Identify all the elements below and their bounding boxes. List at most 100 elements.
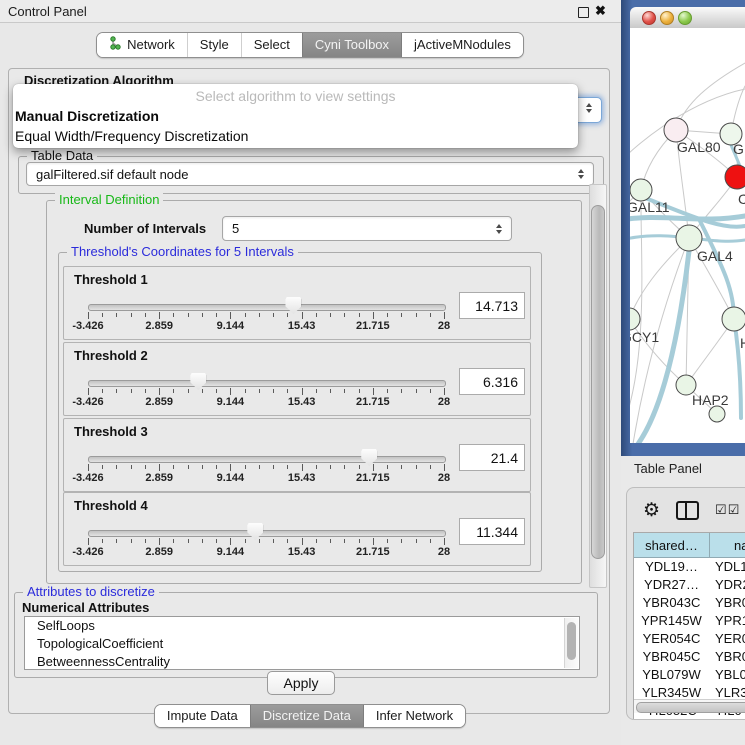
column-header-name[interactable]: name	[710, 533, 745, 557]
list-item[interactable]: SelfLoops	[25, 617, 579, 635]
node-gcy1[interactable]	[630, 308, 640, 330]
node-node-red[interactable]	[725, 165, 745, 189]
table-row[interactable]: YPR145WYPR1	[634, 612, 745, 630]
spinner-icon[interactable]	[581, 103, 601, 113]
network-graph: GAL80G.CGAL11GAL4GCY1HHAP2	[630, 28, 745, 443]
threshold-panel-3: Threshold 3-3.4262.8599.14415.4321.71528…	[63, 418, 531, 492]
tab-jactivemnodules[interactable]: jActiveMNodules	[401, 33, 523, 57]
tick-mark	[416, 539, 417, 543]
table-row[interactable]: YDR27…YDR2	[634, 576, 745, 594]
tick-label: 9.144	[205, 320, 255, 332]
apply-button[interactable]: Apply	[267, 671, 335, 695]
node-node-bottom[interactable]	[709, 406, 725, 422]
table-horizontal-scrollbar[interactable]	[634, 699, 745, 713]
highlighted-edge[interactable]	[734, 319, 741, 418]
table-cell-shared-name: YPR145W	[634, 612, 709, 630]
close-panel-icon[interactable]: ✖	[595, 3, 606, 19]
threshold-panel-4: Threshold 4-3.4262.8599.14415.4321.71528…	[63, 492, 531, 566]
zoom-button[interactable]	[678, 11, 692, 25]
node-label: G.	[733, 141, 745, 157]
checkboxes-icon[interactable]: ☑☑	[715, 502, 740, 518]
tick-mark	[344, 465, 345, 469]
list-scrollbar-thumb[interactable]	[567, 622, 576, 660]
tick-label: 21.715	[348, 396, 398, 408]
close-button[interactable]	[642, 11, 656, 25]
tick-mark	[273, 539, 274, 543]
table-row[interactable]: YBL079WYBL0	[634, 666, 745, 684]
attributes-group-title: Attributes to discretize	[23, 584, 159, 599]
threshold-slider-thumb[interactable]	[361, 449, 377, 466]
tick-mark	[202, 389, 203, 393]
spinner-icon[interactable]	[573, 169, 593, 179]
threshold-slider-thumb[interactable]	[247, 523, 263, 540]
node-node-right[interactable]	[722, 307, 745, 331]
tab-network[interactable]: Network	[97, 33, 187, 57]
spinner-icon[interactable]	[491, 224, 511, 234]
tick-label: 9.144	[205, 396, 255, 408]
tab-infer-network[interactable]: Infer Network	[363, 705, 465, 727]
table-row[interactable]: YDL19…YDL1	[634, 558, 745, 576]
tab-label: Style	[200, 37, 229, 52]
edge[interactable]	[676, 63, 745, 130]
threshold-slider-thumb[interactable]	[285, 297, 301, 314]
threshold-panel-2: Threshold 2-3.4262.8599.14415.4321.71528…	[63, 342, 531, 416]
tick-mark	[302, 388, 303, 395]
tab-style[interactable]: Style	[187, 33, 241, 57]
table-row[interactable]: YER054CYER0	[634, 630, 745, 648]
table-row[interactable]: YBR045CYBR0	[634, 648, 745, 666]
numerical-attributes-list[interactable]: SelfLoopsTopologicalCoefficientBetweenne…	[24, 616, 580, 670]
network-window-titlebar[interactable]	[630, 7, 745, 29]
threshold-value-field[interactable]: 11.344	[459, 518, 525, 545]
tab-discretize-data[interactable]: Discretize Data	[250, 705, 363, 727]
tick-mark	[344, 539, 345, 543]
gear-icon[interactable]: ⚙	[643, 499, 660, 522]
tick-mark	[259, 313, 260, 317]
threshold-value-field[interactable]: 21.4	[459, 444, 525, 471]
tick-mark	[416, 389, 417, 393]
tick-label: 21.715	[348, 320, 398, 332]
minimize-button[interactable]	[660, 11, 674, 25]
tick-mark	[188, 539, 189, 543]
tick-mark	[116, 313, 117, 317]
tab-cyni-toolbox[interactable]: Cyni Toolbox	[302, 33, 401, 57]
main-scrollbar[interactable]	[589, 184, 607, 588]
highlighted-edge[interactable]	[700, 221, 734, 319]
table-panel-title: Table Panel	[634, 461, 702, 476]
tab-impute-data[interactable]: Impute Data	[155, 705, 250, 727]
tick-mark	[131, 313, 132, 317]
number-of-intervals-combobox[interactable]: 5	[222, 216, 512, 241]
threshold-slider-thumb[interactable]	[190, 373, 206, 390]
tab-label: Select	[254, 37, 290, 52]
list-scrollbar[interactable]	[564, 618, 578, 668]
node-gal11[interactable]	[630, 179, 652, 201]
table-data-combobox[interactable]: galFiltered.sif default node	[26, 162, 594, 186]
tab-select[interactable]: Select	[241, 33, 302, 57]
column-header-shared-name[interactable]: shared…	[634, 533, 710, 557]
dropdown-option-equal-width[interactable]: Equal Width/Frequency Discretization	[13, 126, 578, 146]
tick-mark	[344, 313, 345, 317]
threshold-slider-track[interactable]	[88, 530, 446, 537]
tick-label: -3.426	[63, 396, 113, 408]
table-data-combobox-value: galFiltered.sif default node	[27, 167, 573, 182]
main-scrollbar-thumb[interactable]	[591, 205, 605, 559]
list-item[interactable]: BetweennessCentrality	[25, 653, 579, 670]
network-canvas[interactable]: GAL80G.CGAL11GAL4GCY1HHAP2	[630, 28, 745, 443]
threshold-slider-track[interactable]	[88, 456, 446, 463]
tick-mark	[145, 465, 146, 469]
threshold-value-field[interactable]: 6.316	[459, 368, 525, 395]
tick-mark	[116, 465, 117, 469]
threshold-label: Threshold 3	[74, 424, 148, 439]
threshold-slider-track[interactable]	[88, 304, 446, 311]
highlighted-edge[interactable]	[638, 251, 689, 443]
columns-icon[interactable]	[676, 501, 699, 520]
tick-mark	[116, 539, 117, 543]
table-row[interactable]: YBR043CYBR0	[634, 594, 745, 612]
threshold-slider-track[interactable]	[88, 380, 446, 387]
dropdown-option-manual[interactable]: Manual Discretization	[13, 106, 578, 126]
list-item[interactable]: TopologicalCoefficient	[25, 635, 579, 653]
threshold-value-field[interactable]: 14.713	[459, 292, 525, 319]
node-label: HAP2	[692, 392, 729, 408]
tick-mark	[359, 539, 360, 543]
table-horizontal-scrollbar-thumb[interactable]	[636, 702, 745, 713]
float-window-icon[interactable]	[578, 7, 589, 18]
